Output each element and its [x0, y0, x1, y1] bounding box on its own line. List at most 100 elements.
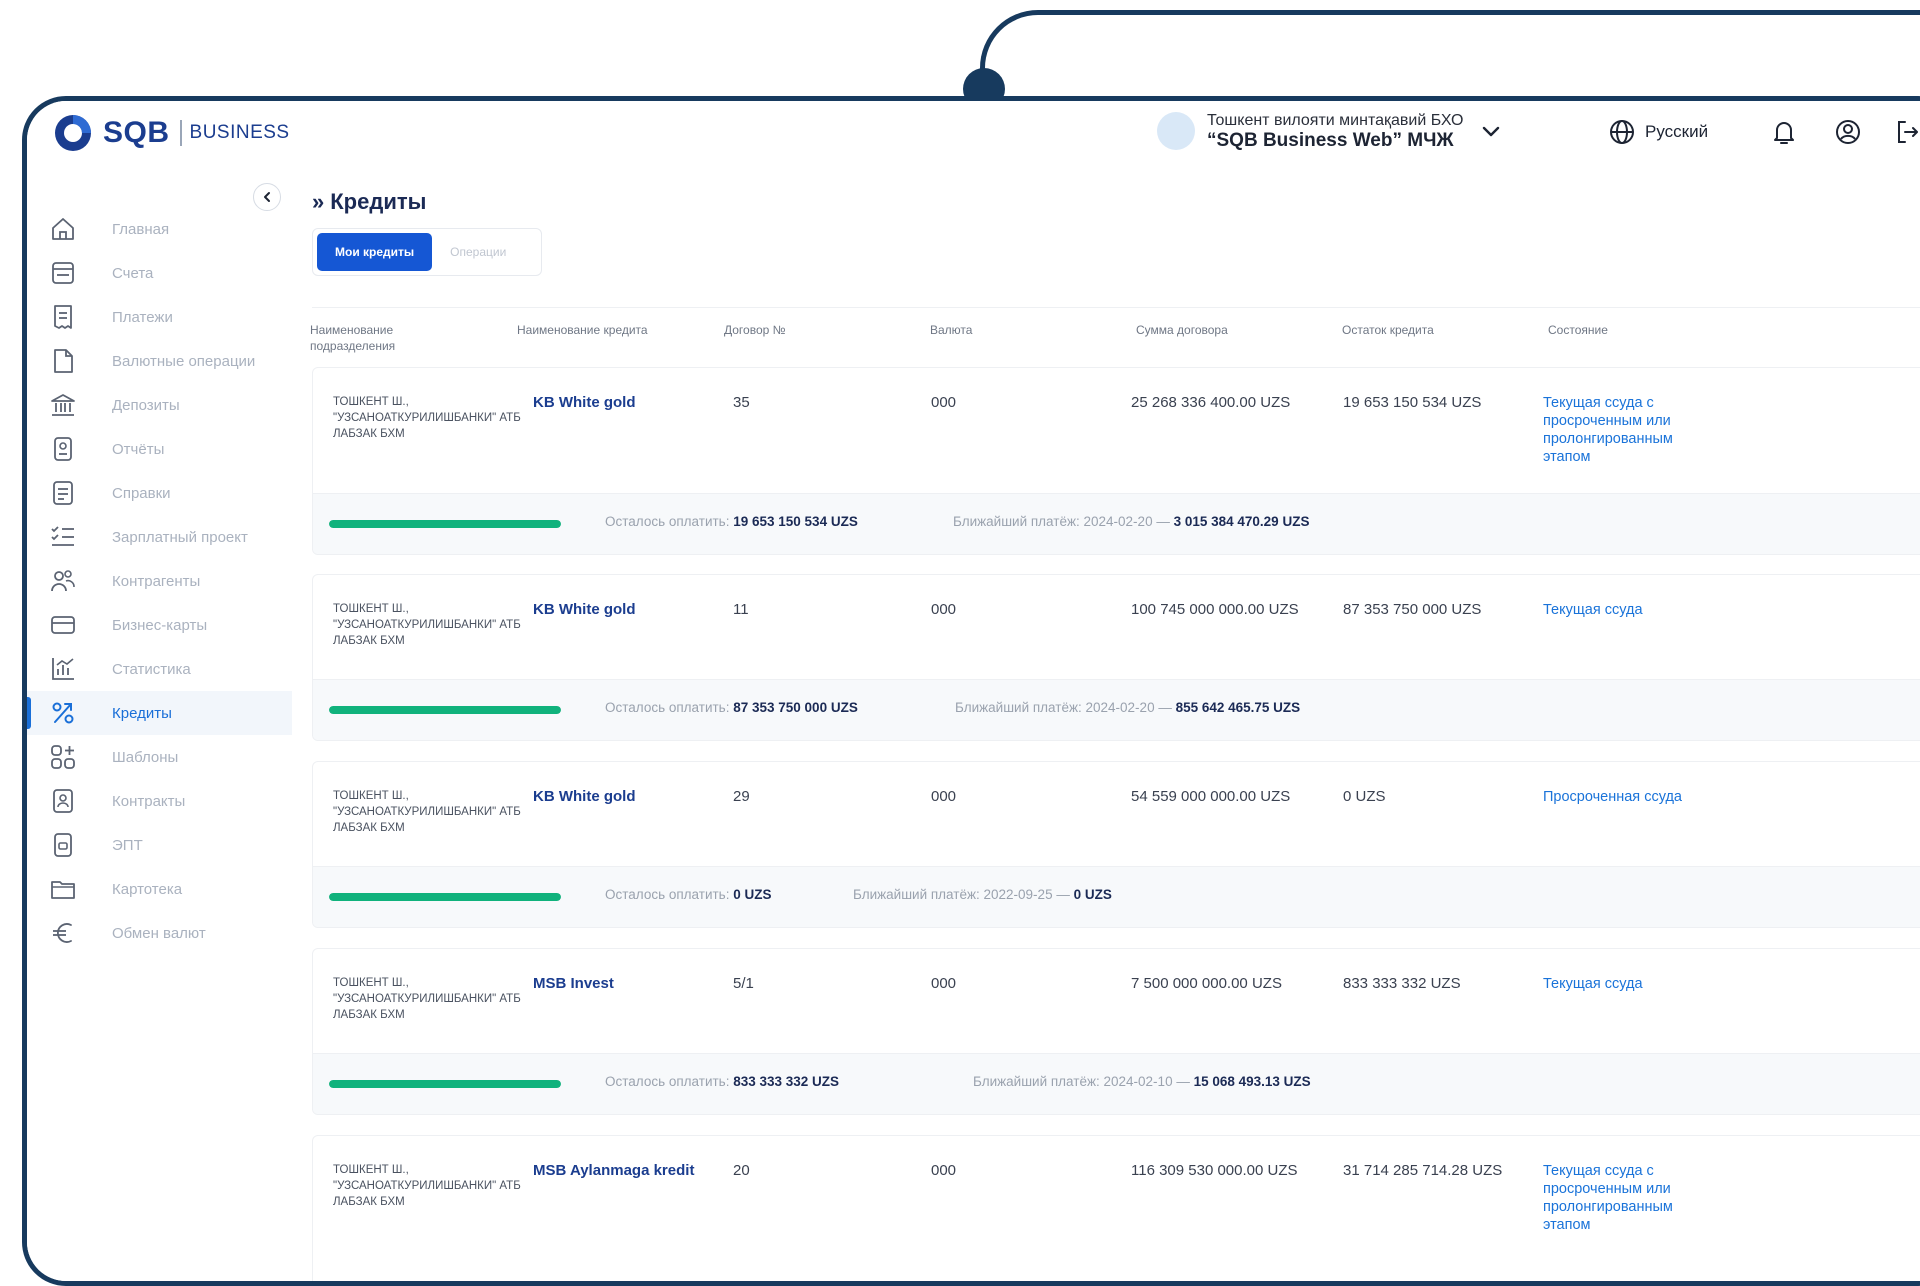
status-cell: Текущая ссуда с просроченным или пролонг… — [1543, 1163, 1673, 1233]
sidebar-item-statistics[interactable]: Статистика — [27, 647, 292, 691]
sqb-logo-icon — [55, 115, 91, 151]
contract-amount-cell: 116 309 530 000.00 UZS — [1131, 1162, 1298, 1179]
sidebar-item-label: Шаблоны — [112, 748, 179, 766]
contract-number-cell: 11 — [733, 601, 749, 618]
next-payment-amount: 15 068 493.13 UZS — [1193, 1074, 1311, 1089]
sidebar-item-label: Контрагенты — [112, 572, 201, 590]
contacts-icon — [51, 570, 75, 592]
credit-name-link[interactable]: MSB Aylanmaga kredit — [533, 1162, 694, 1179]
next-payment-amount: 0 UZS — [1073, 887, 1112, 902]
currency-cell: 000 — [931, 394, 957, 411]
sidebar-item-contracts[interactable]: Контракты — [27, 779, 292, 823]
sidebar-item-reports[interactable]: Отчёты — [27, 427, 292, 471]
next-payment-label: Ближайший платёж: — [853, 887, 980, 902]
main-content: » Кредиты Мои кредиты Операции Наименован… — [292, 167, 1920, 1281]
ept-icon — [54, 833, 72, 857]
sidebar-item-credits[interactable]: Кредиты — [27, 691, 292, 735]
organization-selector[interactable]: Тошкент вилояти минтақавий БХО “SQB Busi… — [1157, 111, 1503, 151]
table-row[interactable]: ТОШКЕНТ Ш., "УЗСАНОАТКУРИЛИШБАНКИ" АТБ Л… — [312, 948, 1920, 1115]
table-row[interactable]: ТОШКЕНТ Ш., "УЗСАНОАТКУРИЛИШБАНКИ" АТБ Л… — [312, 761, 1920, 928]
bank-icon — [51, 394, 75, 416]
tabs: Мои кредиты Операции — [312, 228, 542, 276]
templates-icon — [51, 745, 75, 769]
left-to-pay: Осталось оплатить: 0 UZS — [605, 887, 772, 902]
left-to-pay-value: 87 353 750 000 UZS — [733, 700, 858, 715]
left-to-pay: Осталось оплатить: 87 353 750 000 UZS — [605, 700, 858, 715]
logout-icon[interactable] — [1893, 117, 1920, 147]
remaining-cell: 19 653 150 534 UZS — [1343, 394, 1482, 411]
next-payment-date: 2024-02-20 — — [1083, 514, 1170, 529]
checklist-icon — [51, 526, 74, 546]
column-header-contract-number: Договор № — [724, 323, 786, 337]
chevron-left-icon — [264, 192, 270, 202]
document-icon — [54, 349, 73, 373]
table-header: Наименование подразделения Наименование … — [310, 307, 1920, 358]
next-payment-label: Ближайший платёж: — [973, 1074, 1100, 1089]
sidebar-item-salary-project[interactable]: Зарплатный проект — [27, 515, 292, 559]
left-to-pay-label: Осталось оплатить: — [605, 700, 730, 715]
sidebar-item-label: Справки — [112, 484, 171, 502]
tab-operations[interactable]: Операции — [432, 233, 524, 271]
sidebar-item-label: ЭПТ — [112, 836, 143, 854]
sidebar-nav: Главная Счета Платежи Валютные операции … — [27, 207, 292, 955]
user-circle-icon[interactable] — [1833, 117, 1863, 147]
sidebar-item-accounts[interactable]: Счета — [27, 251, 292, 295]
sidebar-item-certificates[interactable]: Справки — [27, 471, 292, 515]
sidebar-item-business-cards[interactable]: Бизнес-карты — [27, 603, 292, 647]
page-title: » Кредиты — [312, 189, 426, 215]
payment-info-row: Осталось оплатить: 87 353 750 000 UZS Бл… — [313, 679, 1920, 740]
statistics-icon — [52, 658, 74, 680]
next-payment-amount: 3 015 384 470.29 UZS — [1173, 514, 1310, 529]
sidebar-item-payments[interactable]: Платежи — [27, 295, 292, 339]
progress-bar-fill — [329, 706, 561, 714]
credit-name-link[interactable]: KB White gold — [533, 788, 635, 805]
next-payment-label: Ближайший платёж: — [955, 700, 1082, 715]
sidebar-item-label: Валютные операции — [112, 352, 256, 370]
contracts-icon — [53, 789, 73, 813]
payment-info-row: Осталось оплатить: 833 333 332 UZS Ближа… — [313, 1053, 1920, 1114]
next-payment-amount: 855 642 465.75 UZS — [1175, 700, 1301, 715]
home-icon — [52, 218, 74, 240]
table-row[interactable]: ТОШКЕНТ Ш., "УЗСАНОАТКУРИЛИШБАНКИ" АТБ Л… — [312, 1135, 1920, 1281]
sidebar-item-label: Отчёты — [112, 440, 165, 458]
sidebar-item-currency-operations[interactable]: Валютные операции — [27, 339, 292, 383]
sidebar-item-card-file[interactable]: Картотека — [27, 867, 292, 911]
language-selector[interactable]: Русский — [1609, 119, 1708, 145]
sidebar: Главная Счета Платежи Валютные операции … — [27, 167, 293, 1281]
sidebar-item-deposits[interactable]: Депозиты — [27, 383, 292, 427]
next-payment-label: Ближайший платёж: — [953, 514, 1080, 529]
credit-name-link[interactable]: MSB Invest — [533, 975, 614, 992]
percent-icon — [52, 702, 74, 724]
table-row[interactable]: ТОШКЕНТ Ш., "УЗСАНОАТКУРИЛИШБАНКИ" АТБ Л… — [312, 367, 1920, 555]
department-cell: ТОШКЕНТ Ш., "УЗСАНОАТКУРИЛИШБАНКИ" АТБ Л… — [333, 603, 521, 647]
credit-name-link[interactable]: KB White gold — [533, 394, 635, 411]
sidebar-item-counterparties[interactable]: Контрагенты — [27, 559, 292, 603]
chevron-down-icon[interactable] — [1479, 119, 1503, 143]
sidebar-item-label: Депозиты — [112, 396, 180, 414]
contract-amount-cell: 25 268 336 400.00 UZS — [1131, 394, 1291, 411]
contract-number-cell: 29 — [733, 788, 750, 805]
sidebar-item-ept[interactable]: ЭПТ — [27, 823, 292, 867]
sidebar-item-currency-exchange[interactable]: Обмен валют — [27, 911, 292, 955]
contract-number-cell: 35 — [733, 394, 750, 411]
sidebar-item-label: Зарплатный проект — [112, 528, 248, 546]
logo[interactable]: SQB BUSINESS — [53, 113, 290, 153]
remaining-cell: 0 UZS — [1343, 788, 1386, 805]
table-row[interactable]: ТОШКЕНТ Ш., "УЗСАНОАТКУРИЛИШБАНКИ" АТБ Л… — [312, 574, 1920, 741]
contract-amount-cell: 54 559 000 000.00 UZS — [1131, 788, 1291, 805]
logo-text: SQB — [103, 116, 170, 149]
progress-bar-fill — [329, 893, 561, 901]
progress-bar — [329, 1080, 561, 1088]
credit-name-link[interactable]: KB White gold — [533, 601, 635, 618]
status-cell: Просроченная ссуда — [1543, 789, 1682, 805]
sidebar-item-label: Картотека — [112, 880, 183, 898]
left-to-pay-value: 0 UZS — [733, 887, 772, 902]
app-window: SQB BUSINESS Тошкент вилояти минтақавий … — [22, 96, 1920, 1286]
tab-my-credits[interactable]: Мои кредиты — [317, 233, 433, 271]
left-to-pay: Осталось оплатить: 833 333 332 UZS — [605, 1074, 839, 1089]
sidebar-item-home[interactable]: Главная — [27, 207, 292, 251]
sidebar-item-templates[interactable]: Шаблоны — [27, 735, 292, 779]
status-cell: Текущая ссуда с просроченным или пролонг… — [1543, 395, 1673, 465]
sidebar-item-label: Главная — [112, 220, 170, 238]
bell-icon[interactable] — [1769, 117, 1799, 147]
